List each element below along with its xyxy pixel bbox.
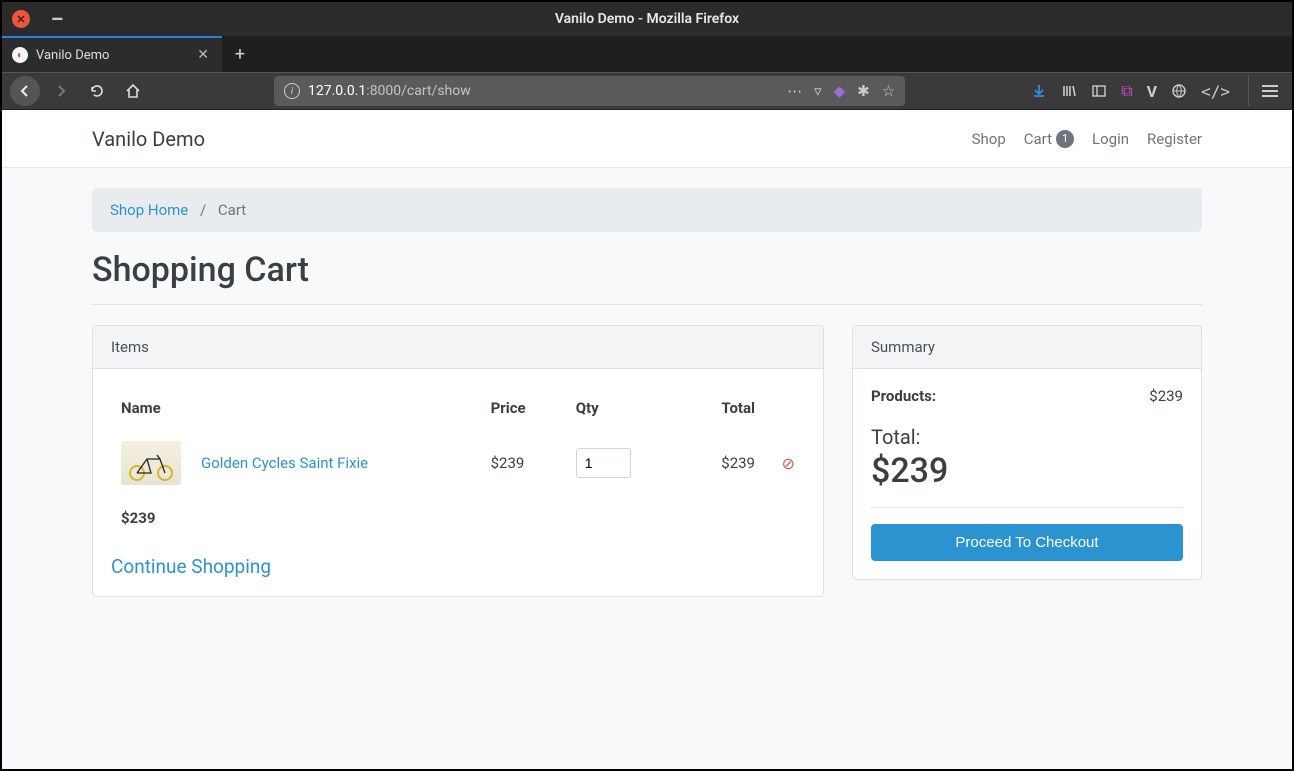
cart-count-badge: 1 <box>1056 130 1074 148</box>
item-price: $239 <box>481 429 566 497</box>
breadcrumb-home[interactable]: Shop Home <box>110 201 188 219</box>
window-close-button[interactable]: ✕ <box>12 10 30 28</box>
items-grand-total: $239 <box>111 497 765 539</box>
summary-products-row: Products: $239 <box>871 387 1183 405</box>
browser-toolbar: i 127.0.0.1:8000/cart/show ⋯ ▿ ◆ ✱ ☆ ⧉ <box>2 72 1292 110</box>
checkout-button[interactable]: Proceed To Checkout <box>871 524 1183 561</box>
pocket-icon[interactable]: ▿ <box>814 82 822 100</box>
new-tab-button[interactable]: + <box>222 36 258 72</box>
extension-v-icon[interactable]: V <box>1147 82 1157 101</box>
extension-diamond-icon[interactable]: ◆ <box>834 82 846 100</box>
bug-icon[interactable]: ✱ <box>857 82 870 100</box>
menu-button[interactable] <box>1248 76 1280 106</box>
items-table: Name Price Qty Total <box>111 387 805 539</box>
os-titlebar: ✕ – Vanilo Demo - Mozilla Firefox <box>2 2 1292 36</box>
extension-globe-icon[interactable] <box>1171 83 1187 99</box>
summary-card-header: Summary <box>853 326 1201 369</box>
home-button[interactable] <box>118 76 148 106</box>
forward-button[interactable] <box>46 76 76 106</box>
col-price: Price <box>481 387 566 429</box>
breadcrumb-current: Cart <box>218 201 246 219</box>
site-info-icon[interactable]: i <box>284 83 300 99</box>
item-total: $239 <box>682 429 765 497</box>
home-icon <box>125 83 141 99</box>
arrow-right-icon <box>53 83 69 99</box>
window-title: Vanilo Demo - Mozilla Firefox <box>2 11 1292 27</box>
col-name: Name <box>111 387 481 429</box>
nav-login[interactable]: Login <box>1092 130 1129 148</box>
items-card-header: Items <box>93 326 823 369</box>
site-brand[interactable]: Vanilo Demo <box>92 127 205 151</box>
code-icon[interactable]: </> <box>1201 82 1230 101</box>
download-icon[interactable] <box>1031 83 1047 99</box>
col-total: Total <box>682 387 765 429</box>
product-thumbnail[interactable] <box>121 441 181 485</box>
table-row: Golden Cycles Saint Fixie $239 $239 ⊘ <box>111 429 805 497</box>
close-tab-icon[interactable]: ✕ <box>194 47 212 63</box>
remove-item-icon[interactable]: ⊘ <box>782 454 795 473</box>
browser-tabstrip: ◐ Vanilo Demo ✕ + <box>2 36 1292 72</box>
summary-products-label: Products: <box>871 387 936 405</box>
breadcrumb: Shop Home / Cart <box>92 188 1202 232</box>
table-header-row: Name Price Qty Total <box>111 387 805 429</box>
summary-card: Summary Products: $239 Total: $239 Proce… <box>852 325 1202 580</box>
site-nav: Shop Cart 1 Login Register <box>972 130 1202 148</box>
breadcrumb-sep: / <box>200 201 206 219</box>
product-link[interactable]: Golden Cycles Saint Fixie <box>201 454 368 472</box>
col-qty: Qty <box>566 387 682 429</box>
browser-tab[interactable]: ◐ Vanilo Demo ✕ <box>2 36 222 72</box>
favicon-icon: ◐ <box>12 47 28 63</box>
nav-cart-label: Cart <box>1024 130 1052 148</box>
reload-button[interactable] <box>82 76 112 106</box>
reload-icon <box>89 83 105 99</box>
bookmark-icon[interactable]: ☆ <box>882 82 895 100</box>
tab-title: Vanilo Demo <box>36 48 194 63</box>
url-host: 127.0.0.1 <box>308 83 366 99</box>
more-actions-icon[interactable]: ⋯ <box>787 82 802 100</box>
page-title: Shopping Cart <box>92 250 1202 305</box>
bike-icon <box>127 451 175 481</box>
extension-purple-icon[interactable]: ⧉ <box>1121 81 1132 101</box>
url-text: 127.0.0.1:8000/cart/show <box>308 83 779 99</box>
items-card: Items Name Price Qty Total <box>92 325 824 597</box>
arrow-left-icon <box>17 83 33 99</box>
summary-total-label: Total: <box>871 425 1183 449</box>
window-minimize-button[interactable]: – <box>48 10 66 28</box>
continue-shopping-link[interactable]: Continue Shopping <box>111 555 271 578</box>
back-button[interactable] <box>10 76 40 106</box>
sidebar-icon[interactable] <box>1091 83 1107 99</box>
site-header: Vanilo Demo Shop Cart 1 Login Register <box>2 110 1292 168</box>
page-viewport: Vanilo Demo Shop Cart 1 Login Register S… <box>2 110 1292 769</box>
nav-shop[interactable]: Shop <box>972 130 1006 148</box>
url-path: :8000/cart/show <box>366 83 470 99</box>
qty-input[interactable] <box>576 448 631 478</box>
summary-divider <box>871 507 1183 508</box>
items-grand-total-row: $239 <box>111 497 805 539</box>
nav-register[interactable]: Register <box>1147 130 1202 148</box>
summary-products-value: $239 <box>1149 387 1183 405</box>
summary-total-value: $239 <box>871 451 1183 491</box>
url-bar[interactable]: i 127.0.0.1:8000/cart/show ⋯ ▿ ◆ ✱ ☆ <box>274 76 905 106</box>
library-icon[interactable] <box>1061 83 1077 99</box>
nav-cart[interactable]: Cart 1 <box>1024 130 1074 148</box>
